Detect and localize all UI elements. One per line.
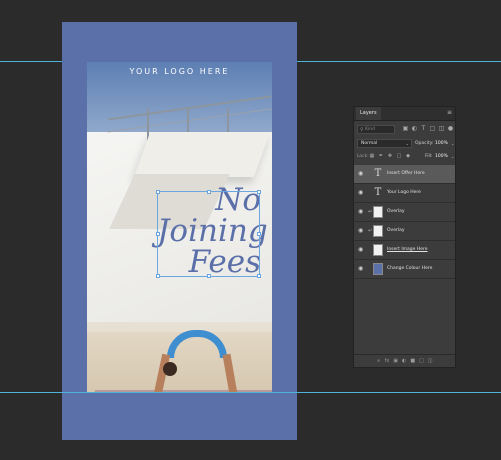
smart-object-filter-icon[interactable]: ◫ [438,125,445,133]
type-filter-icon[interactable]: T [420,125,427,133]
resize-handle[interactable] [257,190,261,194]
blend-row: Normal ⌄ Opacity: 100% ⌄ [357,139,454,149]
lock-position-icon[interactable]: ✥ [387,152,393,161]
layer-row[interactable]: ◉ Change Colour Here [354,260,455,279]
pixel-filter-icon[interactable]: ▣ [402,125,409,133]
fill-input[interactable]: 100% [435,152,448,161]
kind-filter-label: Kind [365,127,375,132]
resize-handle[interactable] [257,274,261,278]
resize-handle[interactable] [207,274,211,278]
panel-footer: ∞ fx ▣ ◐ ■ □ ◫ [354,354,455,367]
filter-icons: ▣ ◐ T □ ◫ ● [402,125,454,134]
chevron-down-icon: ⌄ [405,141,409,146]
search-icon: ⚲ [360,127,364,133]
visibility-eye-icon[interactable]: ◉ [358,245,363,255]
layer-row[interactable]: ◉ T Insert Offer Here [354,165,455,184]
blend-mode-select[interactable]: Normal ⌄ [357,139,412,148]
resize-handle[interactable] [257,232,261,236]
resize-handle[interactable] [156,232,160,236]
visibility-eye-icon[interactable]: ◉ [358,264,363,274]
logo-placeholder-text[interactable]: YOUR LOGO HERE [62,67,297,76]
layer-thumbnail [373,225,383,237]
blend-mode-value: Normal [361,141,378,146]
lock-icons: ▦ ✒ ✥ □ ◆ [369,152,411,161]
lock-paint-icon[interactable]: ✒ [378,152,384,161]
layer-row[interactable]: ◉ T Your Logo Here [354,184,455,203]
filter-row: ⚲ Kind ▣ ◐ T □ ◫ ● [357,125,454,135]
layers-panel: Layers ≡ ⚲ Kind ▣ ◐ T □ ◫ ● Normal ⌄ Opa… [353,106,456,368]
color-fill-thumbnail [373,263,383,275]
panel-tabs: Layers ≡ [354,107,455,121]
text-layer-icon: T [374,168,382,179]
tab-layers[interactable]: Layers [356,107,381,120]
panel-menu-icon[interactable]: ≡ [447,109,452,117]
lock-transparency-icon[interactable]: ▦ [369,152,375,161]
visibility-eye-icon[interactable]: ◉ [358,188,363,198]
lock-artboard-icon[interactable]: □ [396,152,402,161]
resize-handle[interactable] [156,274,160,278]
link-icon[interactable]: ∞ [376,355,380,367]
folder-icon[interactable]: ■ [410,355,415,367]
visibility-eye-icon[interactable]: ◉ [358,207,363,217]
shape-filter-icon[interactable]: □ [429,125,436,133]
layer-name: Overlay [387,209,405,214]
text-layer-icon: T [374,187,382,198]
fill-label: Fill: [425,154,433,159]
fx-icon[interactable]: fx [385,355,390,367]
clip-link-icon: ↵ [368,209,373,215]
artboard[interactable]: YOUR LOGO HERE No Joining Fees [62,22,297,440]
layer-name: Insert Offer Here [387,171,425,176]
lock-all-icon[interactable]: ◆ [405,152,411,161]
chevron-down-icon[interactable]: ⌄ [451,139,454,148]
layer-name: Change Colour Here [387,266,433,271]
layer-row[interactable]: ◉ Insert Image Here [354,241,455,260]
resize-handle[interactable] [156,190,160,194]
layers-list: ◉ T Insert Offer Here ◉ T Your Logo Here… [354,165,455,279]
smart-object-thumbnail [373,244,383,256]
visibility-eye-icon[interactable]: ◉ [358,169,363,179]
layer-row[interactable]: ◉ ↵ Overlay [354,222,455,241]
layer-thumbnail [373,206,383,218]
photo-figure-head [163,362,177,376]
chevron-down-icon[interactable]: ⌄ [451,152,454,161]
layer-name: Your Logo Here [387,190,421,195]
filter-toggle-icon[interactable]: ● [447,125,454,133]
selection-bounding-box[interactable] [156,190,261,278]
resize-handle[interactable] [207,190,211,194]
new-layer-icon[interactable]: □ [419,355,424,367]
mask-icon[interactable]: ▣ [393,355,398,367]
layer-name: Insert Image Here [387,247,428,252]
opacity-input[interactable]: 100% [435,139,448,148]
lock-label: Lock: [357,154,369,159]
adjustment-filter-icon[interactable]: ◐ [411,125,418,133]
lock-row: Lock: ▦ ✒ ✥ □ ◆ Fill: 100% ⌄ [357,152,454,162]
visibility-eye-icon[interactable]: ◉ [358,226,363,236]
layer-name: Overlay [387,228,405,233]
kind-filter[interactable]: ⚲ Kind [357,125,395,134]
clip-link-icon: ↵ [368,228,373,234]
trash-icon[interactable]: ◫ [428,355,433,367]
photo-balcony [133,132,271,177]
opacity-label: Opacity: [415,141,434,146]
layer-row[interactable]: ◉ ↵ Overlay [354,203,455,222]
adjustment-icon[interactable]: ◐ [402,355,406,367]
guide-bottom[interactable] [0,392,501,393]
